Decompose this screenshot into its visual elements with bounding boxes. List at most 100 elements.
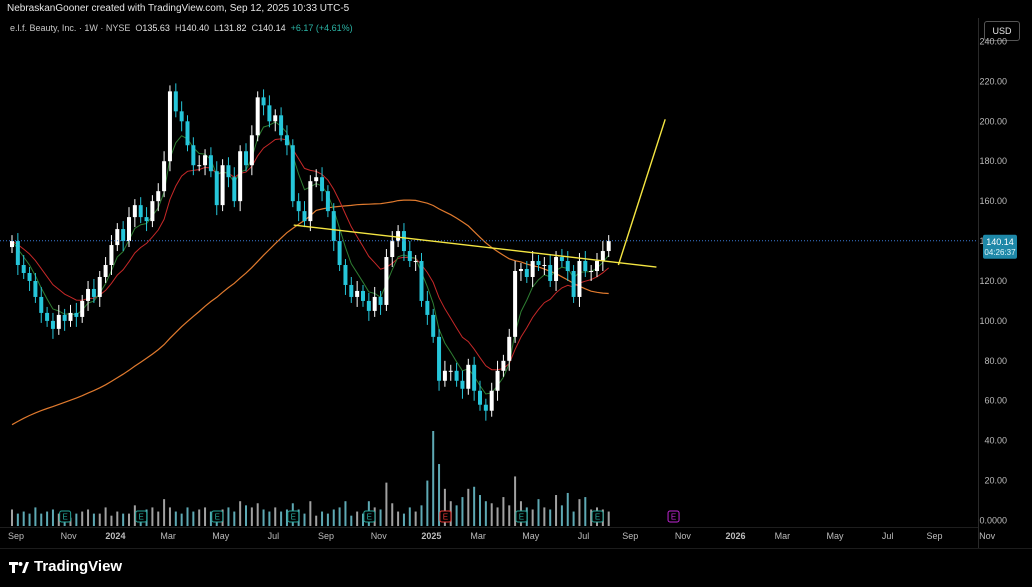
candle xyxy=(472,356,477,401)
volume-bar xyxy=(40,513,43,526)
candle-body xyxy=(167,91,172,162)
candle xyxy=(419,253,424,307)
candle-body xyxy=(448,370,453,372)
candle xyxy=(583,251,588,277)
resistance-trendline xyxy=(293,224,657,268)
candle-body xyxy=(431,314,436,337)
candle-body xyxy=(244,151,248,166)
candle xyxy=(208,147,213,178)
candle xyxy=(600,241,605,271)
x-tick-label: Nov xyxy=(979,531,996,541)
volume-bar xyxy=(309,501,312,526)
candle xyxy=(595,253,599,277)
candle-body xyxy=(179,111,184,122)
volume-bar xyxy=(87,509,90,526)
candle-body xyxy=(472,364,477,391)
x-tick-label: Nov xyxy=(371,531,388,541)
volume-bar xyxy=(16,513,19,526)
candle-body xyxy=(27,272,32,281)
volume-bar xyxy=(92,513,95,526)
volume-bar xyxy=(98,513,101,526)
candle-body xyxy=(466,364,471,389)
x-tick-label: Jul xyxy=(578,531,590,541)
candle-body xyxy=(483,404,488,411)
candle xyxy=(15,233,20,275)
volume-bar xyxy=(432,431,435,526)
candle-body xyxy=(565,261,570,271)
candle-body xyxy=(571,271,576,297)
candle xyxy=(384,249,389,311)
candle xyxy=(355,280,360,307)
candle xyxy=(214,161,219,216)
footer: TradingView xyxy=(0,548,1032,587)
volume-bar xyxy=(397,511,400,526)
volume-bar xyxy=(180,513,183,526)
y-tick-label: 40.00 xyxy=(984,436,1007,446)
candle xyxy=(559,249,564,268)
candle-body xyxy=(255,97,260,136)
candle xyxy=(396,225,401,248)
volume-bar xyxy=(81,511,84,526)
candle xyxy=(56,304,61,335)
candle xyxy=(518,263,523,281)
price-badge-value: 140.14 xyxy=(986,237,1014,247)
candle-body xyxy=(361,290,365,301)
y-tick-label: 200.00 xyxy=(979,116,1007,126)
candle xyxy=(425,290,430,325)
candle-body xyxy=(62,314,67,321)
x-tick-label: Mar xyxy=(160,531,176,541)
volume-bar xyxy=(379,509,382,526)
x-tick-label: Mar xyxy=(470,531,486,541)
candle xyxy=(132,199,137,228)
candle-body xyxy=(203,155,208,166)
volume-bar xyxy=(508,505,511,526)
candle-body xyxy=(121,229,126,242)
x-tick-label: 2026 xyxy=(726,531,746,541)
candle-body xyxy=(109,245,114,266)
volume-bar xyxy=(321,511,324,526)
candle-body xyxy=(284,135,289,146)
volume-bar xyxy=(467,488,470,526)
candle xyxy=(45,306,50,327)
volume-bar xyxy=(344,501,347,526)
y-tick-label: 60.00 xyxy=(984,396,1007,406)
earnings-icon: E xyxy=(363,510,376,523)
volume-bar xyxy=(104,507,107,526)
y-tick-label: 240.00 xyxy=(979,36,1007,46)
volume-bar xyxy=(204,507,207,526)
volume-bar xyxy=(163,499,166,526)
volume-bar xyxy=(239,501,242,526)
candle-body xyxy=(513,271,518,337)
candle-body xyxy=(138,205,143,218)
candle-body xyxy=(185,121,190,146)
candle-body xyxy=(127,217,131,242)
candle xyxy=(273,109,278,132)
volume-bar xyxy=(192,511,195,526)
candle-body xyxy=(577,261,582,297)
candle xyxy=(97,271,102,307)
candle xyxy=(325,185,330,218)
candle-body xyxy=(589,271,594,272)
candle-body xyxy=(220,165,225,206)
price-chart[interactable]: 240.00220.00200.00180.00160.00140.00120.… xyxy=(0,0,1032,548)
volume-bar xyxy=(408,507,411,526)
candle xyxy=(320,167,325,202)
x-tick-label: May xyxy=(826,531,844,541)
volume-bar xyxy=(426,480,429,526)
y-tick-label: 80.00 xyxy=(984,356,1007,366)
candle-body xyxy=(396,231,401,242)
candle xyxy=(454,362,459,387)
volume-bar xyxy=(233,511,236,526)
volume-bar xyxy=(332,509,335,526)
candle xyxy=(366,292,371,321)
ma-fast-line xyxy=(11,121,610,395)
volume-bar xyxy=(116,511,119,526)
candle xyxy=(27,267,32,291)
candle xyxy=(220,159,225,212)
tradingview-logo[interactable]: TradingView xyxy=(9,558,122,575)
volume-bar xyxy=(555,495,558,526)
candle-body xyxy=(460,380,465,389)
candle xyxy=(554,251,559,291)
candle-body xyxy=(518,269,523,271)
volume-bar xyxy=(168,507,171,526)
